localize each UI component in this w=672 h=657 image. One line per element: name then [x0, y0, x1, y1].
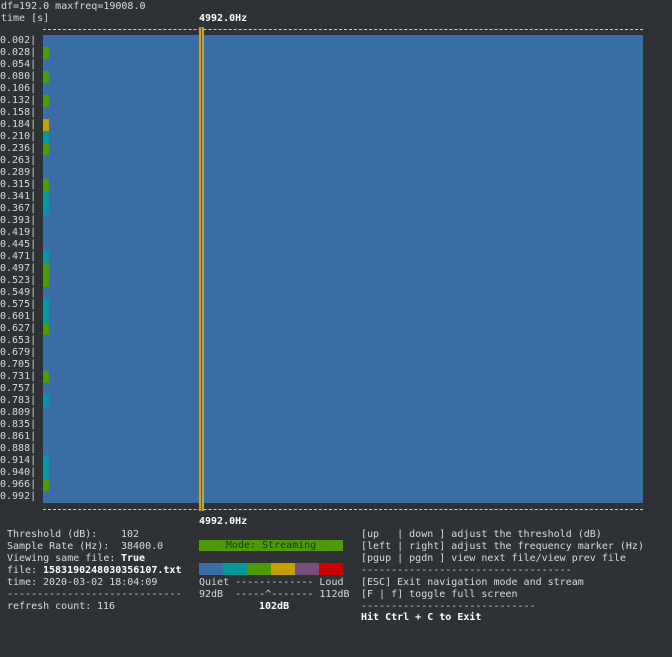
freq-marker-label-top: 4992.0Hz: [199, 13, 248, 24]
threshold-label: Threshold (dB):: [7, 529, 98, 540]
time-tick-label: 0.992|: [0, 491, 37, 502]
help-divider-1: -----------------------------------: [361, 565, 572, 576]
time-tick-label: 0.653|: [0, 335, 37, 346]
sample-rate-value: 38400.0: [121, 541, 164, 552]
help-threshold: [up | down ] adjust the threshold (dB): [361, 529, 602, 540]
level-cell: [43, 143, 49, 155]
exit-hint: Hit Ctrl + C to Exit: [361, 612, 482, 623]
time-tick-label: 0.002|: [0, 35, 37, 46]
df-maxfreq-readout: df=192.0 maxfreq=19008.0: [1, 1, 146, 12]
time-tick-label: 0.367|: [0, 203, 37, 214]
time-tick-label: 0.471|: [0, 251, 37, 262]
level-cell: [43, 275, 49, 287]
color-swatch: [295, 563, 319, 575]
loudness-scale: Quiet ------------- Loud: [199, 577, 344, 588]
time-tick-label: 0.601|: [0, 311, 37, 322]
color-swatch: [223, 563, 247, 575]
info-divider: -----------------------------: [7, 589, 182, 600]
help-frequency: [left | right] adjust the frequency mark…: [361, 541, 644, 552]
level-cell: [43, 191, 49, 203]
time-tick-label: 0.315|: [0, 179, 37, 190]
level-cell: [43, 323, 49, 335]
time-tick-label: 0.705|: [0, 359, 37, 370]
time-axis-label: time [s]: [1, 13, 50, 24]
time-tick-label: 0.419|: [0, 227, 37, 238]
time-tick-label: 0.054|: [0, 59, 37, 70]
level-cell: [43, 251, 49, 263]
time-tick-label: 0.731|: [0, 371, 37, 382]
level-cell: [43, 203, 49, 215]
sample-rate-label: Sample Rate (Hz):: [7, 541, 110, 552]
level-cell: [43, 179, 49, 191]
time-tick-label: 0.861|: [0, 431, 37, 442]
refresh-label: refresh count:: [7, 601, 92, 612]
level-cell: [43, 299, 49, 311]
level-cell: [43, 263, 49, 275]
freq-marker-label-bottom: 4992.0Hz: [199, 516, 248, 527]
time-tick-label: 0.289|: [0, 167, 37, 178]
level-cell: [43, 119, 49, 131]
refresh-value: 116: [97, 601, 116, 612]
color-swatch: [199, 563, 223, 575]
color-scale: [199, 563, 343, 575]
time-tick-label: 0.783|: [0, 395, 37, 406]
time-tick-label: 0.106|: [0, 83, 37, 94]
level-cell: [43, 467, 49, 479]
time-tick-label: 0.080|: [0, 71, 37, 82]
help-fullscreen: [F | f] toggle full screen: [361, 589, 518, 600]
db-range: 92dB -----^------- 112dB: [199, 589, 350, 600]
bottom-divider: [43, 509, 643, 510]
level-cell: [43, 371, 49, 383]
time-tick-label: 0.393|: [0, 215, 37, 226]
mode-badge: Mode: Streaming: [199, 540, 343, 551]
time-tick-label: 0.497|: [0, 263, 37, 274]
color-swatch: [271, 563, 295, 575]
viewing-label: Viewing same file:: [7, 553, 116, 564]
time-tick-label: 0.549|: [0, 287, 37, 298]
help-esc: [ESC] Exit navigation mode and stream: [361, 577, 584, 588]
help-files: [pgup | pgdn ] view next file/view prev …: [361, 553, 626, 564]
frequency-marker[interactable]: [199, 27, 204, 511]
level-cell: [43, 455, 49, 467]
level-cell: [43, 71, 49, 83]
time-tick-label: 0.210|: [0, 131, 37, 142]
level-cell: [43, 95, 49, 107]
time-tick-label: 0.940|: [0, 467, 37, 478]
color-swatch: [319, 563, 343, 575]
time-tick-label: 0.679|: [0, 347, 37, 358]
level-cell: [43, 479, 49, 491]
time-tick-label: 0.028|: [0, 47, 37, 58]
level-cell: [43, 395, 49, 407]
time-tick-label: 0.575|: [0, 299, 37, 310]
current-threshold-db: 102dB: [259, 601, 290, 612]
time-value: 2020-03-02 18:04:09: [43, 577, 158, 588]
time-tick-label: 0.835|: [0, 419, 37, 430]
level-cell: [43, 47, 49, 59]
time-label: time:: [7, 577, 38, 588]
time-tick-label: 0.966|: [0, 479, 37, 490]
level-cell: [43, 131, 49, 143]
time-tick-label: 0.627|: [0, 323, 37, 334]
time-tick-label: 0.757|: [0, 383, 37, 394]
time-tick-label: 0.914|: [0, 455, 37, 466]
file-value: 1583190248030356107.txt: [43, 565, 182, 576]
time-tick-label: 0.132|: [0, 95, 37, 106]
color-swatch: [247, 563, 271, 575]
time-tick-label: 0.236|: [0, 143, 37, 154]
file-label: file:: [7, 565, 38, 576]
spectrogram: [43, 35, 643, 503]
time-tick-label: 0.263|: [0, 155, 37, 166]
time-tick-label: 0.523|: [0, 275, 37, 286]
top-divider: [43, 29, 643, 30]
time-tick-label: 0.888|: [0, 443, 37, 454]
time-tick-label: 0.341|: [0, 191, 37, 202]
time-tick-label: 0.158|: [0, 107, 37, 118]
level-cell: [43, 311, 49, 323]
threshold-value: 102: [121, 529, 140, 540]
time-tick-label: 0.445|: [0, 239, 37, 250]
time-tick-label: 0.184|: [0, 119, 37, 130]
time-tick-label: 0.809|: [0, 407, 37, 418]
viewing-value: True: [121, 553, 146, 564]
